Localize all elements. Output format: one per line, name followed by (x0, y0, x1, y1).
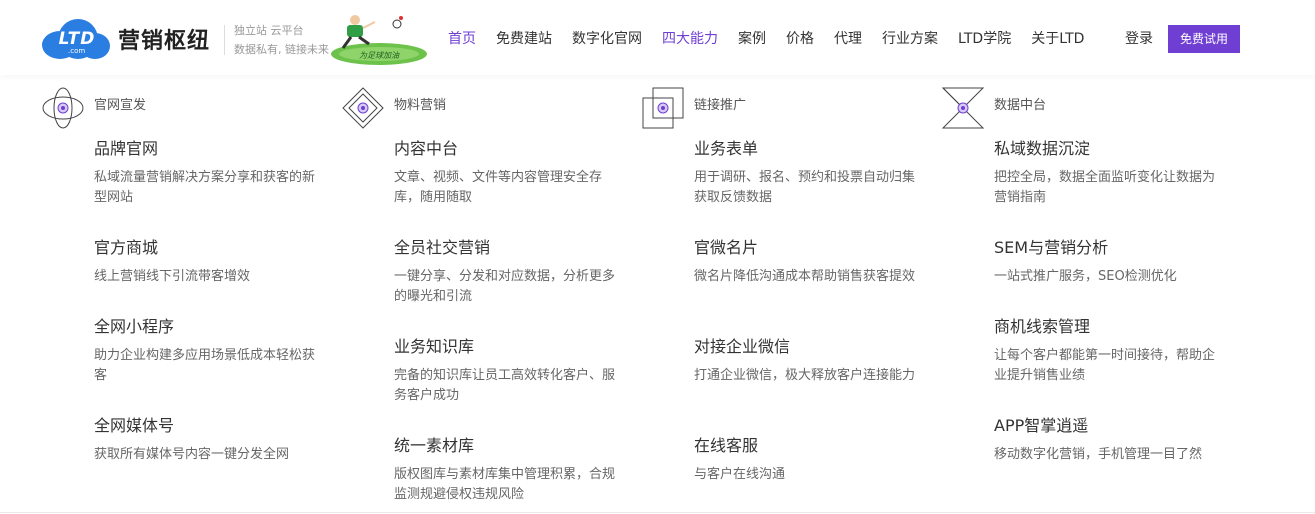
menu-item[interactable]: 对接企业微信 打通企业微信，极大释放客户连接能力 (694, 336, 926, 386)
menu-item-desc: 文章、视频、文件等内容管理安全存库，随用随取 (394, 170, 603, 205)
menu-item-desc: 版权图库与素材库集中管理积累，合规监测规避侵权违规风险 (394, 467, 616, 502)
menu-item-title: APP智掌逍遥 (994, 416, 1089, 435)
nav-item-agent[interactable]: 代理 (834, 28, 862, 50)
menu-item-desc: 线上营销线下引流带客增效 (94, 269, 251, 284)
menu-item-title: 业务表单 (694, 139, 759, 158)
column-header: 官网宣发 (42, 87, 344, 129)
menu-item-desc: 一键分享、分发和对应数据，分析更多的曝光和引流 (394, 269, 616, 304)
menu-item-title: 全网媒体号 (94, 416, 175, 435)
menu-item-title: SEM与营销分析 (994, 238, 1109, 257)
menu-item-desc: 微名片降低沟通成本帮助销售获客提效 (694, 269, 916, 284)
slogan-line-1: 独立站 云平台 (234, 24, 304, 37)
menu-item[interactable]: SEM与营销分析 一站式推广服务，SEO检测优化 (994, 237, 1226, 287)
bottom-divider (0, 512, 1315, 513)
menu-column-link-promotion: 链接推广 业务表单 用于调研、报名、预约和投票自动归集获取反馈数据 官微名片 微… (642, 87, 944, 482)
nav-item-price[interactable]: 价格 (786, 28, 814, 50)
menu-item-desc: 一站式推广服务，SEO检测优化 (994, 269, 1177, 284)
nav-item-academy[interactable]: LTD学院 (958, 28, 1011, 50)
menu-item-desc: 把控全局，数据全面监听变化让数据为营销指南 (994, 170, 1216, 205)
menu-item-desc: 完备的知识库让员工高效转化客户、服务客户成功 (394, 368, 616, 403)
menu-item-desc: 让每个客户都能第一时间接待，帮助企业提升销售业绩 (994, 348, 1216, 383)
menu-item-title: 私域数据沉淀 (994, 139, 1091, 158)
logo-divider (224, 25, 225, 55)
menu-item-title: 内容中台 (394, 139, 459, 158)
menu-item-desc: 获取所有媒体号内容一键分发全网 (94, 447, 290, 462)
hourglass-icon (941, 87, 985, 129)
menu-item-title: 在线客服 (694, 436, 759, 455)
slogan: 独立站 云平台 数据私有, 链接未来 (234, 21, 329, 59)
nav-item-industry[interactable]: 行业方案 (882, 28, 938, 50)
menu-item-title: 品牌官网 (94, 139, 159, 158)
logo-text: LTD (58, 29, 96, 49)
menu-item-desc: 用于调研、报名、预约和投票自动归集获取反馈数据 (694, 170, 916, 205)
menu-item[interactable]: 全网媒体号 获取所有媒体号内容一键分发全网 (94, 415, 326, 465)
linked-squares-icon (642, 87, 684, 129)
column-label: 官网宣发 (94, 98, 147, 113)
nav-item-digital-site[interactable]: 数字化官网 (572, 28, 642, 50)
menu-item-title: 全员社交营销 (394, 238, 491, 257)
banner-caption: 为足球加油 (359, 51, 400, 60)
menu-item-desc: 助力企业构建多应用场景低成本轻松获客 (94, 348, 316, 383)
nav-item-cases[interactable]: 案例 (738, 28, 766, 50)
menu-item-desc: 私域流量营销解决方案分享和获客的新型网站 (94, 170, 316, 205)
free-trial-button[interactable]: 免费试用 (1168, 25, 1240, 53)
slogan-line-2: 数据私有, 链接未来 (234, 43, 329, 56)
menu-item[interactable]: 官方商城 线上营销线下引流带客增效 (94, 237, 326, 287)
column-label: 链接推广 (694, 98, 747, 113)
menu-item-title: 对接企业微信 (694, 337, 791, 356)
nav-item-home[interactable]: 首页 (448, 28, 476, 50)
menu-item[interactable]: 在线客服 与客户在线沟通 (694, 435, 926, 485)
menu-column-data-center: 数据中台 私域数据沉淀 把控全局，数据全面监听变化让数据为营销指南 SEM与营销… (941, 87, 1244, 462)
nav-item-about[interactable]: 关于LTD (1031, 28, 1084, 50)
column-header: 物料营销 (342, 87, 644, 129)
nav-item-free-build[interactable]: 免费建站 (496, 28, 552, 50)
menu-item[interactable]: 商机线索管理 让每个客户都能第一时间接待，帮助企业提升销售业绩 (994, 316, 1226, 386)
menu-item[interactable]: 业务知识库 完备的知识库让员工高效转化客户、服务客户成功 (394, 336, 626, 406)
logo-sub: .com (68, 47, 86, 55)
menu-item[interactable]: 官微名片 微名片降低沟通成本帮助销售获客提效 (694, 237, 926, 287)
menu-item-title: 官微名片 (694, 238, 759, 257)
football-banner-image: 为足球加油 (331, 15, 427, 65)
column-label: 物料营销 (394, 98, 447, 113)
column-header: 数据中台 (941, 87, 1244, 129)
menu-item[interactable]: APP智掌逍遥 移动数字化营销，手机管理一目了然 (994, 415, 1226, 465)
site-header: LTD .com 营销枢纽 独立站 云平台 数据私有, 链接未来 为足球加油 首… (0, 0, 1315, 75)
menu-item-title: 官方商城 (94, 238, 159, 257)
menu-item[interactable]: 全网小程序 助力企业构建多应用场景低成本轻松获客 (94, 316, 326, 386)
menu-item[interactable]: 全员社交营销 一键分享、分发和对应数据，分析更多的曝光和引流 (394, 237, 626, 307)
nav-item-four-abilities[interactable]: 四大能力 (662, 28, 718, 50)
menu-item-desc: 与客户在线沟通 (694, 467, 786, 482)
menu-item[interactable]: 私域数据沉淀 把控全局，数据全面监听变化让数据为营销指南 (994, 138, 1226, 208)
orbit-icon (42, 87, 84, 129)
cloud-logo-icon: LTD .com (42, 19, 110, 59)
menu-item-title: 全网小程序 (94, 317, 175, 336)
menu-column-material-marketing: 物料营销 内容中台 文章、视频、文件等内容管理安全存库，随用随取 全员社交营销 … (342, 87, 644, 502)
menu-item[interactable]: 业务表单 用于调研、报名、预约和投票自动归集获取反馈数据 (694, 138, 926, 208)
main-nav: 首页 免费建站 数字化官网 四大能力 案例 价格 代理 行业方案 LTD学院 关… (448, 28, 1104, 50)
column-label: 数据中台 (994, 98, 1047, 113)
brand-name: 营销枢纽 (118, 29, 211, 54)
menu-column-site-promotion: 官网宣发 品牌官网 私域流量营销解决方案分享和获客的新型网站 官方商城 线上营销… (42, 87, 344, 462)
menu-item-title: 商机线索管理 (994, 317, 1091, 336)
login-link[interactable]: 登录 (1125, 28, 1153, 50)
menu-item-title: 统一素材库 (394, 436, 475, 455)
column-header: 链接推广 (642, 87, 944, 129)
menu-item[interactable]: 统一素材库 版权图库与素材库集中管理积累，合规监测规避侵权违规风险 (394, 435, 626, 505)
menu-item-title: 业务知识库 (394, 337, 475, 356)
menu-item[interactable]: 内容中台 文章、视频、文件等内容管理安全存库，随用随取 (394, 138, 626, 208)
menu-item-desc: 打通企业微信，极大释放客户连接能力 (694, 368, 916, 383)
site-logo[interactable]: LTD .com 营销枢纽 (42, 17, 220, 61)
diamond-layers-icon (342, 87, 384, 129)
menu-item[interactable]: 品牌官网 私域流量营销解决方案分享和获客的新型网站 (94, 138, 326, 208)
menu-item-desc: 移动数字化营销，手机管理一目了然 (994, 447, 1203, 462)
